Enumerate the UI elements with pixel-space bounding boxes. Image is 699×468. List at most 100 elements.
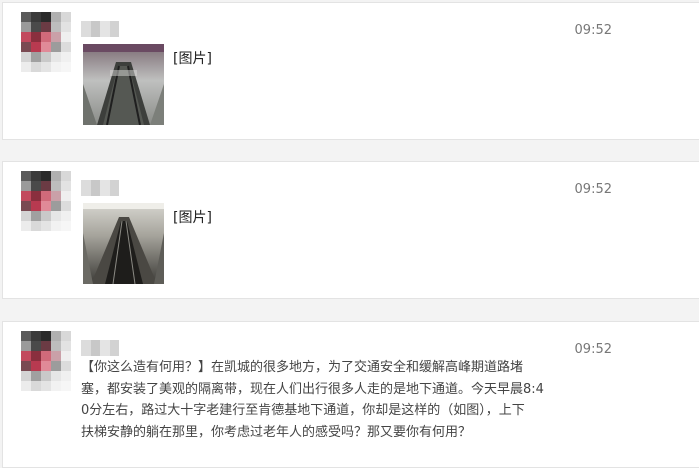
avatar-pixel xyxy=(31,191,41,201)
username-pixel xyxy=(81,340,91,356)
avatar-pixel xyxy=(31,171,41,181)
avatar-pixel xyxy=(41,12,51,22)
avatar-pixel xyxy=(41,171,51,181)
avatar-pixel xyxy=(21,341,31,351)
avatar-pixel xyxy=(61,22,71,32)
avatar-pixel xyxy=(21,22,31,32)
username-pixel xyxy=(109,21,119,37)
avatar-pixel xyxy=(61,381,71,391)
post-text: 【你这么造有何用？】在凯城的很多地方，为了交通安全和缓解高峰期道路堵 塞，都安装… xyxy=(81,357,586,443)
avatar-pixel xyxy=(31,181,41,191)
avatar-pixel xyxy=(51,191,61,201)
username-pixel xyxy=(100,180,110,196)
avatar-pixel xyxy=(61,361,71,371)
avatar-pixel xyxy=(51,52,61,62)
avatar-pixel xyxy=(61,42,71,52)
avatar-pixel xyxy=(51,42,61,52)
avatar-pixel xyxy=(61,32,71,42)
avatar-pixel xyxy=(21,42,31,52)
username-pixel xyxy=(90,21,100,37)
avatar-pixel xyxy=(41,351,51,361)
avatar-pixel xyxy=(61,201,71,211)
avatar-pixel xyxy=(41,211,51,221)
avatar-pixel xyxy=(31,201,41,211)
avatar-pixel xyxy=(41,42,51,52)
username-pixelated[interactable] xyxy=(81,340,119,356)
avatar-pixel xyxy=(21,191,31,201)
avatar[interactable] xyxy=(21,12,71,72)
escalator-photo-icon xyxy=(83,203,164,284)
escalator-photo-icon xyxy=(83,44,164,125)
avatar-pixel xyxy=(21,381,31,391)
avatar-pixel xyxy=(31,211,41,221)
username-pixel xyxy=(90,180,100,196)
avatar-pixel xyxy=(31,221,41,231)
avatar-pixel xyxy=(31,32,41,42)
avatar-pixel xyxy=(21,221,31,231)
avatar-pixel xyxy=(61,62,71,72)
post-text-line: 扶梯安静的躺在那里，你考虑过老年人的感受吗？那又要你有何用？ xyxy=(81,424,472,440)
avatar-pixel xyxy=(51,221,61,231)
avatar-pixel xyxy=(21,32,31,42)
username-pixel xyxy=(109,180,119,196)
avatar-pixel xyxy=(41,201,51,211)
avatar-pixel xyxy=(51,381,61,391)
avatar-pixel xyxy=(41,361,51,371)
avatar-pixel xyxy=(61,211,71,221)
avatar-pixel xyxy=(51,171,61,181)
avatar-pixel xyxy=(61,351,71,361)
avatar-pixel xyxy=(51,211,61,221)
post-image-thumbnail[interactable] xyxy=(83,203,164,284)
avatar-pixel xyxy=(51,32,61,42)
avatar-pixel xyxy=(41,22,51,32)
avatar-pixel xyxy=(61,181,71,191)
avatar-pixel xyxy=(41,181,51,191)
avatar-pixel xyxy=(31,351,41,361)
avatar-pixel xyxy=(21,331,31,341)
post-card: 09:52 [图片] xyxy=(2,161,699,299)
avatar-pixel xyxy=(41,331,51,341)
username-pixel xyxy=(81,180,91,196)
username-pixel xyxy=(90,340,100,356)
avatar-pixel xyxy=(61,221,71,231)
avatar-pixel xyxy=(31,42,41,52)
image-label: [图片] xyxy=(173,210,212,226)
post-time: 09:52 xyxy=(574,342,612,357)
avatar-pixel xyxy=(41,381,51,391)
username-pixelated[interactable] xyxy=(81,21,119,37)
avatar-pixel xyxy=(61,191,71,201)
image-label: [图片] xyxy=(173,51,212,67)
avatar-pixel xyxy=(51,12,61,22)
post-time: 09:52 xyxy=(574,23,612,38)
avatar-pixel xyxy=(21,211,31,221)
avatar-pixel xyxy=(41,32,51,42)
username-pixelated[interactable] xyxy=(81,180,119,196)
avatar-pixel xyxy=(31,361,41,371)
avatar-pixel xyxy=(51,371,61,381)
avatar-pixel xyxy=(31,62,41,72)
avatar-pixel xyxy=(21,12,31,22)
post-text-line: 塞，都安装了美观的隔离带，现在人们出行很多人走的是地下通道。今天早晨8:4 xyxy=(81,381,544,397)
avatar-pixel xyxy=(61,171,71,181)
avatar-pixel xyxy=(61,12,71,22)
avatar-pixel xyxy=(41,62,51,72)
avatar-pixel xyxy=(61,341,71,351)
post-text-line: 0分左右，路过大十字老建行至肯德基地下通道，你却是这样的（如图），上下 xyxy=(81,403,525,418)
avatar-pixel xyxy=(21,181,31,191)
avatar-pixel xyxy=(31,52,41,62)
avatar[interactable] xyxy=(21,331,71,391)
avatar-pixel xyxy=(51,62,61,72)
avatar[interactable] xyxy=(21,171,71,231)
post-image-thumbnail[interactable] xyxy=(83,44,164,125)
avatar-pixel xyxy=(41,341,51,351)
avatar-pixel xyxy=(31,331,41,341)
avatar-pixel xyxy=(21,171,31,181)
post-card: 09:52 【你这么造有何用？】在凯城的很多地方，为了交通安全和缓解高峰期道路堵… xyxy=(2,321,699,468)
avatar-pixel xyxy=(31,12,41,22)
avatar-pixel xyxy=(51,341,61,351)
avatar-pixel xyxy=(61,52,71,62)
avatar-pixel xyxy=(31,22,41,32)
post-text-line: 【你这么造有何用？】在凯城的很多地方，为了交通安全和缓解高峰期道路堵 xyxy=(81,360,524,375)
avatar-pixel xyxy=(21,371,31,381)
avatar-pixel xyxy=(41,371,51,381)
